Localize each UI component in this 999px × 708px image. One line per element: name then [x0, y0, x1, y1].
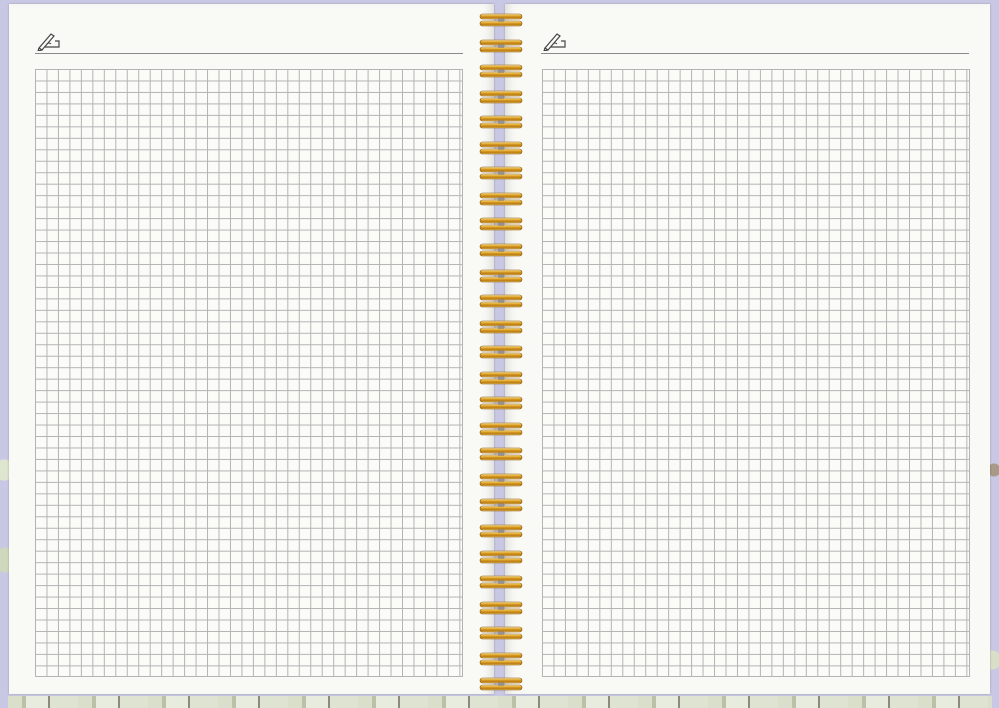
spiral-ring	[479, 524, 523, 538]
spiral-ring	[479, 448, 523, 461]
right-name-line	[541, 53, 969, 54]
left-page	[9, 4, 494, 694]
spiral-ring	[479, 626, 523, 640]
left-name-line	[35, 53, 463, 54]
spiral-ring	[479, 473, 523, 487]
spiral-ring	[479, 64, 523, 78]
spiral-ring	[479, 320, 523, 333]
spiral-ring	[479, 499, 523, 512]
spiral-ring	[479, 39, 523, 52]
spiral-ring	[479, 192, 523, 206]
spiral-ring	[479, 166, 523, 180]
left-graph-grid[interactable]	[35, 69, 463, 677]
spiral-ring	[479, 141, 523, 155]
right-page	[505, 4, 990, 694]
pen-writing-icon	[37, 33, 60, 51]
right-graph-grid[interactable]	[542, 69, 970, 677]
spiral-ring	[479, 294, 523, 308]
spiral-ring	[479, 601, 523, 614]
spiral-ring	[479, 345, 523, 359]
spiral-ring	[479, 575, 523, 589]
spiral-ring	[479, 90, 523, 103]
pen-writing-icon	[543, 33, 566, 51]
spiral-ring	[479, 371, 523, 384]
spiral-ring	[479, 243, 523, 257]
spiral-ring	[479, 218, 523, 231]
spiral-ring	[479, 652, 523, 666]
spiral-binding	[474, 0, 526, 708]
spiral-ring	[479, 550, 523, 563]
spiral-ring	[479, 115, 523, 129]
spiral-ring	[479, 396, 523, 410]
spiral-ring	[479, 677, 523, 691]
spiral-ring	[479, 422, 523, 436]
spiral-ring	[479, 269, 523, 282]
spiral-ring	[479, 13, 523, 27]
